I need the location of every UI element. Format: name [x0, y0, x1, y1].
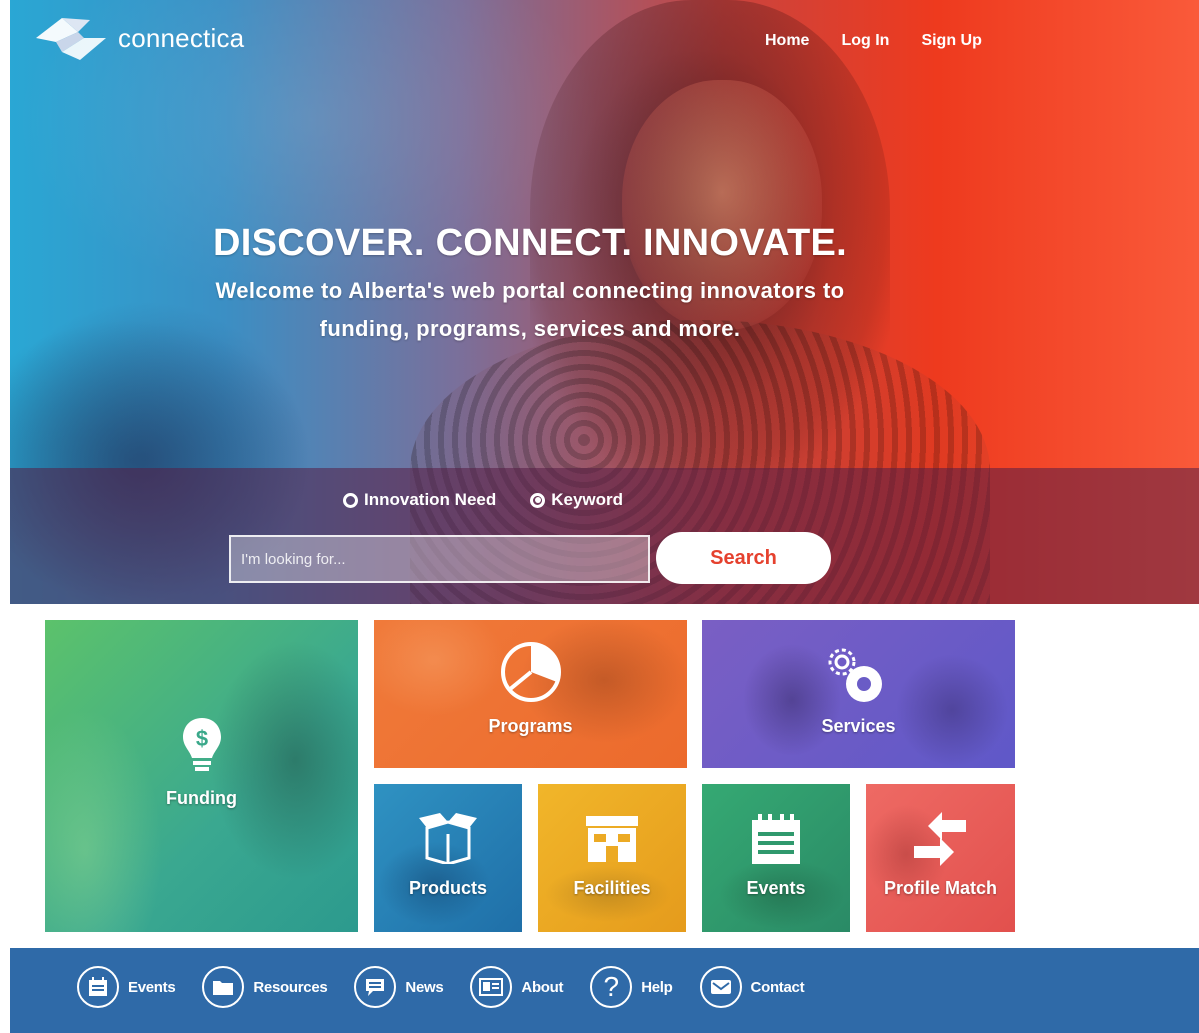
search-band: Innovation Need Keyword Search [10, 468, 1199, 604]
lightbulb-dollar-icon: $ [181, 716, 223, 783]
tile-profile-match[interactable]: Profile Match [866, 784, 1015, 932]
tile-products[interactable]: Products [374, 784, 522, 932]
tile-events[interactable]: Events [702, 784, 850, 932]
footer-resources-link[interactable]: Resources [202, 966, 328, 1008]
site-logo[interactable]: connectica [32, 12, 244, 64]
id-card-icon [470, 966, 513, 1008]
tile-products-label: Products [408, 878, 487, 898]
arrows-match-icon [910, 812, 970, 873]
pie-chart-icon [499, 640, 563, 709]
search-mode-options: Innovation Need Keyword [343, 490, 623, 510]
nav-home-link[interactable]: Home [765, 32, 809, 50]
tile-funding-label: Funding [166, 788, 237, 808]
footer-resources-label: Resources [253, 978, 328, 996]
footer-about-label: About [521, 978, 564, 996]
connectica-logo-icon [32, 12, 110, 64]
tile-facilities-label: Facilities [573, 878, 651, 898]
site-logo-text: connectica [118, 22, 245, 53]
hero-subline: Welcome to Alberta's web portal connecti… [10, 272, 1050, 348]
footer-contact-label: Contact [750, 978, 805, 996]
footer-news-label: News [405, 978, 444, 996]
nav-signup-link[interactable]: Sign Up [921, 32, 981, 50]
footer-help-link[interactable]: ? Help [590, 966, 673, 1008]
top-navigation: Home Log In Sign Up [765, 32, 982, 50]
tile-programs-label: Programs [488, 716, 573, 736]
tile-funding[interactable]: $ Funding [45, 620, 358, 932]
envelope-icon [699, 966, 742, 1008]
tile-profile-match-label: Profile Match [883, 878, 998, 898]
hero-headline: DISCOVER. CONNECT. INNOVATE. [212, 222, 848, 264]
hero-subline-line-2: funding, programs, services and more. [319, 316, 741, 341]
innovation-need-radio[interactable]: Innovation Need [343, 490, 496, 510]
footer-about-link[interactable]: About [470, 966, 564, 1008]
folder-icon [202, 966, 245, 1008]
keyword-label: Keyword [551, 490, 624, 509]
tile-services-label: Services [821, 716, 896, 736]
innovation-need-label: Innovation Need [364, 490, 497, 509]
keyword-radio[interactable]: Keyword [530, 490, 623, 510]
tile-facilities[interactable]: Facilities [538, 784, 686, 932]
radio-unselected-icon [343, 492, 358, 508]
radio-selected-icon [530, 492, 546, 508]
nav-login-link[interactable]: Log In [841, 32, 889, 50]
speech-bubble-icon [354, 966, 397, 1008]
gears-icon [824, 644, 888, 713]
calendar-icon [77, 966, 119, 1008]
footer-nav-bar: Events Resources News About ? Help Conta… [10, 948, 1199, 1033]
tile-programs[interactable]: Programs [374, 620, 687, 768]
search-button[interactable]: Search [656, 532, 831, 584]
footer-events-link[interactable]: Events [77, 966, 176, 1008]
footer-news-link[interactable]: News [354, 966, 444, 1008]
open-box-icon [419, 812, 477, 869]
search-input[interactable] [229, 535, 650, 583]
footer-navigation: Events Resources News About ? Help Conta… [77, 966, 831, 1008]
building-icon [582, 814, 642, 869]
question-icon: ? [590, 966, 633, 1008]
footer-events-label: Events [128, 978, 176, 996]
svg-text:$: $ [196, 726, 208, 751]
footer-help-label: Help [641, 978, 673, 996]
footer-contact-link[interactable]: Contact [699, 966, 805, 1008]
calendar-icon [750, 814, 802, 871]
hero-banner: connectica Home Log In Sign Up DISCOVER.… [10, 0, 1199, 604]
hero-subline-line-1: Welcome to Alberta's web portal connecti… [215, 278, 845, 303]
tile-services[interactable]: Services [702, 620, 1015, 768]
tile-events-label: Events [746, 878, 806, 898]
